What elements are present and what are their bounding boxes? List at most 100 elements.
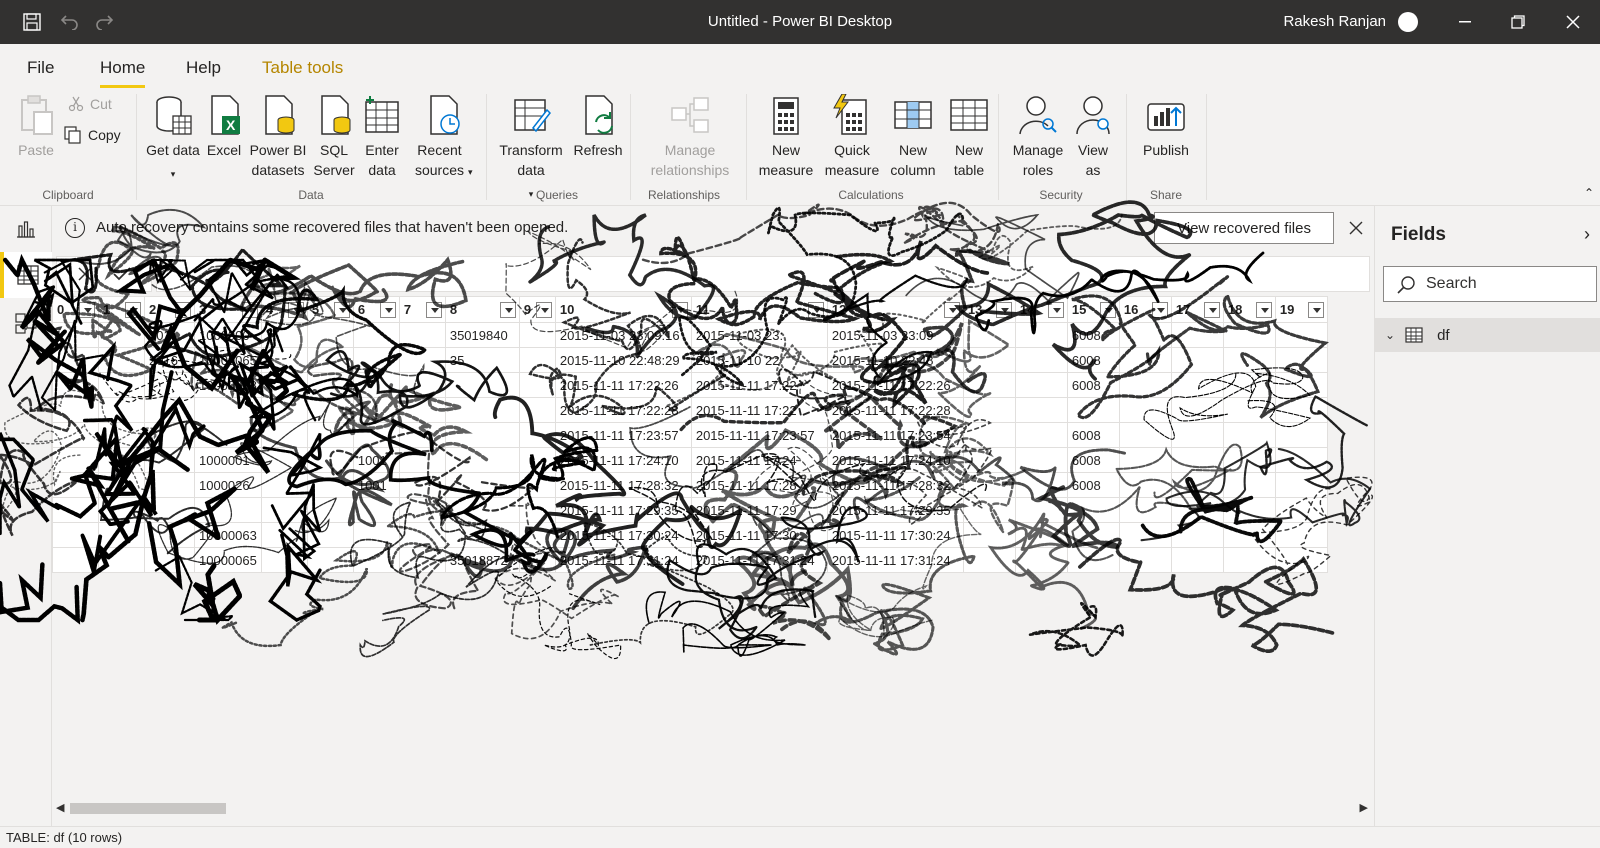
- table-cell[interactable]: [1014, 372, 1068, 398]
- table-cell[interactable]: [98, 347, 145, 373]
- table-cell[interactable]: [1014, 422, 1068, 448]
- table-cell[interactable]: [444, 522, 520, 548]
- copy-button[interactable]: Copy: [64, 126, 121, 144]
- table-cell[interactable]: [962, 447, 1016, 473]
- table-cell[interactable]: [1014, 497, 1068, 523]
- table-cell[interactable]: [1274, 372, 1328, 398]
- commit-formula-icon[interactable]: [112, 266, 132, 282]
- table-cell[interactable]: [962, 547, 1016, 573]
- table-cell[interactable]: [52, 422, 99, 448]
- table-cell[interactable]: [1222, 547, 1276, 573]
- filter-dropdown-icon[interactable]: [671, 302, 688, 318]
- new-column-button[interactable]: New column: [884, 94, 942, 180]
- table-cell[interactable]: 10000068: [194, 372, 262, 398]
- table-cell[interactable]: [52, 497, 99, 523]
- table-cell[interactable]: [52, 347, 99, 373]
- filter-dropdown-icon[interactable]: [995, 302, 1012, 318]
- table-cell[interactable]: 2015-11-11 17:23:57: [554, 422, 692, 448]
- table-cell[interactable]: 6008: [1066, 322, 1120, 348]
- table-cell[interactable]: [52, 397, 99, 423]
- quick-measure-button[interactable]: Quick measure: [820, 94, 884, 180]
- table-cell[interactable]: 2016: [144, 347, 195, 373]
- avatar[interactable]: [1398, 12, 1418, 32]
- table-cell[interactable]: 35: [444, 347, 520, 373]
- filter-dropdown-icon[interactable]: [1203, 302, 1220, 318]
- view-as-button[interactable]: View as: [1070, 94, 1116, 180]
- table-cell[interactable]: 2015-11-10 22: [690, 347, 828, 373]
- table-cell[interactable]: 2015-11-11 17:29: [690, 497, 828, 523]
- new-table-button[interactable]: New table: [944, 94, 994, 180]
- column-header[interactable]: 1: [98, 296, 145, 323]
- table-cell[interactable]: [98, 472, 145, 498]
- table-cell[interactable]: [352, 497, 400, 523]
- power-bi-datasets-button[interactable]: Power BI datasets: [246, 94, 310, 180]
- table-cell[interactable]: [352, 347, 400, 373]
- table-cell[interactable]: [962, 522, 1016, 548]
- table-cell[interactable]: [518, 522, 556, 548]
- column-header[interactable]: 2: [144, 296, 195, 323]
- table-cell[interactable]: [962, 472, 1016, 498]
- filter-dropdown-icon[interactable]: [807, 302, 824, 318]
- table-cell[interactable]: [306, 322, 354, 348]
- table-cell[interactable]: 2015-11-11 17:24:10: [554, 447, 692, 473]
- table-cell[interactable]: [1066, 397, 1120, 423]
- table-cell[interactable]: 1001: [352, 447, 400, 473]
- filter-dropdown-icon[interactable]: [79, 302, 95, 318]
- table-cell[interactable]: [98, 397, 145, 423]
- table-cell[interactable]: [398, 422, 446, 448]
- table-cell[interactable]: [1118, 472, 1172, 498]
- table-cell[interactable]: [260, 497, 308, 523]
- filter-dropdown-icon[interactable]: [241, 302, 258, 318]
- publish-button[interactable]: Publish: [1136, 94, 1196, 160]
- table-cell[interactable]: [518, 497, 556, 523]
- table-cell[interactable]: 2015-11-11 17:29:35: [554, 497, 692, 523]
- table-cell[interactable]: 1000000: [194, 322, 262, 348]
- table-cell[interactable]: 2015-11-11 17:28: [690, 472, 828, 498]
- filter-dropdown-icon[interactable]: [1047, 302, 1064, 318]
- table-cell[interactable]: 2015-11-10 22:48: [826, 347, 964, 373]
- table-cell[interactable]: [1118, 372, 1172, 398]
- table-cell[interactable]: [962, 347, 1016, 373]
- column-header[interactable]: 15: [1066, 296, 1120, 323]
- table-cell[interactable]: [444, 372, 520, 398]
- table-cell[interactable]: [1170, 522, 1224, 548]
- table-cell[interactable]: [52, 522, 99, 548]
- table-cell[interactable]: [144, 472, 195, 498]
- table-cell[interactable]: [306, 397, 354, 423]
- table-cell[interactable]: [352, 397, 400, 423]
- view-recovered-files-button[interactable]: View recovered files: [1154, 212, 1334, 244]
- table-cell[interactable]: [398, 397, 446, 423]
- column-header[interactable]: 3: [194, 296, 262, 323]
- table-cell[interactable]: [144, 522, 195, 548]
- table-cell[interactable]: [260, 372, 308, 398]
- table-cell[interactable]: [260, 322, 308, 348]
- filter-dropdown-icon[interactable]: [1255, 302, 1272, 318]
- table-cell[interactable]: [1014, 447, 1068, 473]
- table-cell[interactable]: [1170, 397, 1224, 423]
- table-cell[interactable]: [144, 447, 195, 473]
- tab-file[interactable]: File: [27, 58, 54, 78]
- table-cell[interactable]: [518, 447, 556, 473]
- table-cell[interactable]: [1222, 372, 1276, 398]
- column-header[interactable]: 9: [518, 296, 556, 323]
- table-cell[interactable]: [52, 547, 99, 573]
- table-cell[interactable]: 35019840: [444, 322, 520, 348]
- table-cell[interactable]: [260, 472, 308, 498]
- fields-search[interactable]: [1383, 266, 1597, 302]
- table-cell[interactable]: [1222, 497, 1276, 523]
- table-cell[interactable]: [1222, 522, 1276, 548]
- close-button[interactable]: [1558, 8, 1588, 36]
- new-measure-button[interactable]: New measure: [756, 94, 816, 180]
- table-cell[interactable]: [1274, 447, 1328, 473]
- table-cell[interactable]: [306, 497, 354, 523]
- table-cell[interactable]: [260, 547, 308, 573]
- table-cell[interactable]: [52, 372, 99, 398]
- table-cell[interactable]: 35018872: [444, 547, 520, 573]
- table-cell[interactable]: 1001: [352, 472, 400, 498]
- table-cell[interactable]: [1170, 347, 1224, 373]
- table-cell[interactable]: [1118, 497, 1172, 523]
- table-cell[interactable]: [1014, 397, 1068, 423]
- table-cell[interactable]: [306, 422, 354, 448]
- table-cell[interactable]: [444, 497, 520, 523]
- table-cell[interactable]: [1222, 347, 1276, 373]
